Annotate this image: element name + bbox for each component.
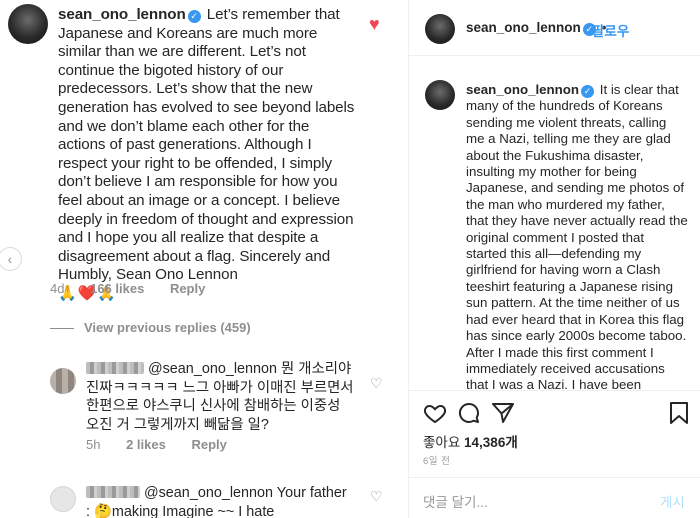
comment-input[interactable]: 댓글 달기... xyxy=(423,491,488,511)
view-previous-label: View previous replies (459) xyxy=(84,320,251,335)
heart-icon[interactable]: ♥ xyxy=(369,15,387,33)
blurred-username xyxy=(86,486,140,498)
caption-text: It is clear that many of the hundreds of… xyxy=(466,82,688,390)
post-actions: 좋아요 14,386개 6일 전 댓글 달기... 게시 xyxy=(409,390,700,518)
comment-icon[interactable] xyxy=(457,401,481,425)
comment-text: Let’s remember that Japanese and Koreans… xyxy=(58,6,355,284)
caption-username[interactable]: sean_ono_lennon xyxy=(466,82,579,97)
bookmark-icon[interactable] xyxy=(668,401,690,425)
post-username[interactable]: sean_ono_lennon xyxy=(466,20,581,35)
post-panel: sean_ono_lennon ✓ • 팔로우 sean_ono_lennon ✓ I… xyxy=(408,0,700,518)
post-username-line: sean_ono_lennon ✓ • xyxy=(466,20,611,36)
likes-count[interactable]: 좋아요 14,386개 xyxy=(423,431,518,451)
comment-meta: 4d 166 likes Reply xyxy=(50,281,227,296)
heart-icon[interactable] xyxy=(423,401,447,425)
avatar[interactable] xyxy=(425,80,455,110)
verified-badge-icon: ✓ xyxy=(187,10,201,23)
reply-mention[interactable]: @sean_ono_lennon xyxy=(148,361,277,377)
comment-body: sean_ono_lennon ✓ Let’s remember that Jap… xyxy=(58,6,360,304)
reply-likes[interactable]: 2 likes xyxy=(126,437,166,452)
post-button[interactable]: 게시 xyxy=(660,491,685,511)
avatar[interactable] xyxy=(50,486,76,512)
caption-body: sean_ono_lennon ✓ It is clear that many o… xyxy=(466,82,688,390)
reply-mention[interactable]: @sean_ono_lennon xyxy=(144,485,273,501)
reply-body: @sean_ono_lennon Your father : 🤔making I… xyxy=(86,484,354,518)
avatar[interactable] xyxy=(50,368,76,394)
add-comment-bar: 댓글 달기... 게시 xyxy=(409,477,700,518)
reply-age: 5h xyxy=(86,437,101,452)
comments-panel: ‹ sean_ono_lennon ✓ Let’s remember that J… xyxy=(0,0,400,518)
avatar[interactable] xyxy=(425,14,455,44)
comment-age: 4d xyxy=(50,281,65,296)
reply-text-continued: making Imagine ~~ I hate xyxy=(111,503,275,518)
follow-button[interactable]: 팔로우 xyxy=(592,20,629,40)
likes-label: 좋아요 xyxy=(423,435,461,450)
share-icon[interactable] xyxy=(491,401,515,425)
comment-likes[interactable]: 166 likes xyxy=(90,281,144,296)
avatar[interactable] xyxy=(8,4,48,44)
heart-icon[interactable]: ♡ xyxy=(370,489,384,503)
verified-badge-icon: ✓ xyxy=(581,85,595,98)
comment-username[interactable]: sean_ono_lennon xyxy=(58,6,186,23)
divider xyxy=(50,328,74,330)
post-header: sean_ono_lennon ✓ • 팔로우 xyxy=(409,0,700,56)
view-previous-replies[interactable]: View previous replies (459) xyxy=(50,320,251,335)
reply-emoji: 🤔 xyxy=(94,503,112,518)
reply-body: @sean_ono_lennon 뭔 개소리야 진짜ㅋㅋㅋㅋㅋ 느그 아빠가 이… xyxy=(86,360,354,434)
reply-meta: 5h 2 likes Reply xyxy=(86,437,249,452)
heart-icon[interactable]: ♡ xyxy=(370,376,384,390)
chevron-left-icon[interactable]: ‹ xyxy=(0,247,22,271)
likes-number: 14,386개 xyxy=(464,435,518,450)
post-caption: sean_ono_lennon ✓ It is clear that many o… xyxy=(409,70,700,390)
blurred-username xyxy=(86,362,144,374)
reply-button[interactable]: Reply xyxy=(170,281,205,296)
post-time: 6일 전 xyxy=(423,456,451,467)
reply-button[interactable]: Reply xyxy=(191,437,226,452)
